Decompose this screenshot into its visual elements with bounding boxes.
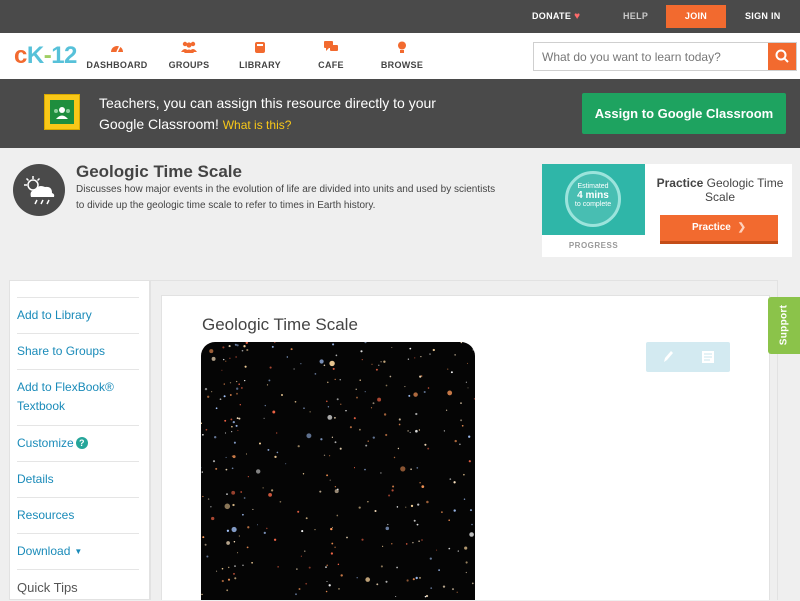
support-tab[interactable]: Support	[768, 297, 800, 354]
heart-icon: ♥	[574, 11, 581, 22]
assign-to-google-classroom-button[interactable]: Assign to Google Classroom	[582, 93, 786, 134]
practice-title: Practice Geologic Time Scale	[656, 176, 784, 204]
nav-browse[interactable]: BROWSE	[367, 41, 437, 70]
progress-label: PROGRESS	[568, 241, 619, 250]
practice-card: Estimated 4 mins to complete PROGRESS Pr…	[542, 164, 792, 257]
dashboard-icon	[82, 41, 152, 55]
caret-down-icon: ▼	[74, 547, 83, 556]
top-bar: DONATE ♥ HELP JOIN SIGN IN	[0, 0, 800, 33]
search-icon	[775, 49, 789, 63]
sidebar: Add to Library Share to Groups Add to Fl…	[9, 280, 150, 600]
what-is-this-link[interactable]: What is this?	[223, 118, 292, 132]
deep-field-image	[201, 342, 475, 600]
sidebar-item-customize[interactable]: Customize?	[17, 425, 139, 461]
sidebar-item-share-to-groups[interactable]: Share to Groups	[17, 333, 139, 369]
google-classroom-icon	[44, 94, 80, 130]
cafe-icon	[296, 41, 366, 55]
search-input[interactable]	[534, 43, 769, 70]
content-title: Geologic Time Scale	[202, 315, 358, 334]
library-icon	[225, 41, 295, 55]
sidebar-item-add-to-library[interactable]: Add to Library	[17, 297, 139, 333]
help-icon[interactable]: ?	[75, 437, 88, 449]
nav-dashboard[interactable]: DASHBOARD	[82, 41, 152, 70]
sidebar-item-resources[interactable]: Resources	[17, 497, 139, 533]
nav-library[interactable]: LIBRARY	[225, 41, 295, 70]
banner-message: Teachers, you can assign this resource d…	[99, 95, 436, 132]
sidebar-item-details[interactable]: Details	[17, 461, 139, 497]
search-box	[533, 42, 797, 71]
nav-groups[interactable]: GROUPS	[154, 41, 224, 70]
weather-cloud-icon	[13, 164, 65, 216]
ck12-logo[interactable]: cK-12	[14, 42, 77, 70]
progress-panel: Estimated 4 mins to complete	[542, 164, 645, 235]
chevron-right-icon: ❯	[737, 222, 747, 233]
browse-icon	[367, 41, 437, 55]
concept-title: Geologic Time Scale	[76, 162, 242, 181]
sidebar-item-quick-tips[interactable]: Quick Tips	[17, 569, 139, 601]
main-nav: cK-12 DASHBOARD GROUPS LIBRARY CAFE BROW…	[0, 33, 800, 79]
join-button[interactable]: JOIN	[666, 5, 726, 28]
groups-icon	[154, 41, 224, 55]
pencil-icon[interactable]	[658, 347, 678, 367]
sidebar-item-add-to-flexbook[interactable]: Add to FlexBook® Textbook	[17, 369, 139, 425]
search-button[interactable]	[768, 43, 796, 70]
estimated-time-badge: Estimated 4 mins to complete	[565, 171, 621, 227]
google-classroom-banner: Teachers, you can assign this resource d…	[0, 79, 800, 148]
sidebar-item-download[interactable]: Download ▼	[17, 533, 139, 569]
sign-in-link[interactable]: SIGN IN	[745, 11, 781, 21]
help-link[interactable]: HELP	[623, 11, 648, 21]
concept-description: Discusses how major events in the evolut…	[76, 184, 496, 211]
concept-info: Geologic Time Scale Discusses how major …	[0, 148, 800, 280]
nav-cafe[interactable]: CAFE	[296, 41, 366, 70]
donate-link[interactable]: DONATE ♥	[532, 11, 580, 22]
practice-button[interactable]: Practice ❯	[660, 215, 778, 244]
tool-buttons	[646, 342, 730, 372]
notes-icon[interactable]	[698, 347, 718, 367]
